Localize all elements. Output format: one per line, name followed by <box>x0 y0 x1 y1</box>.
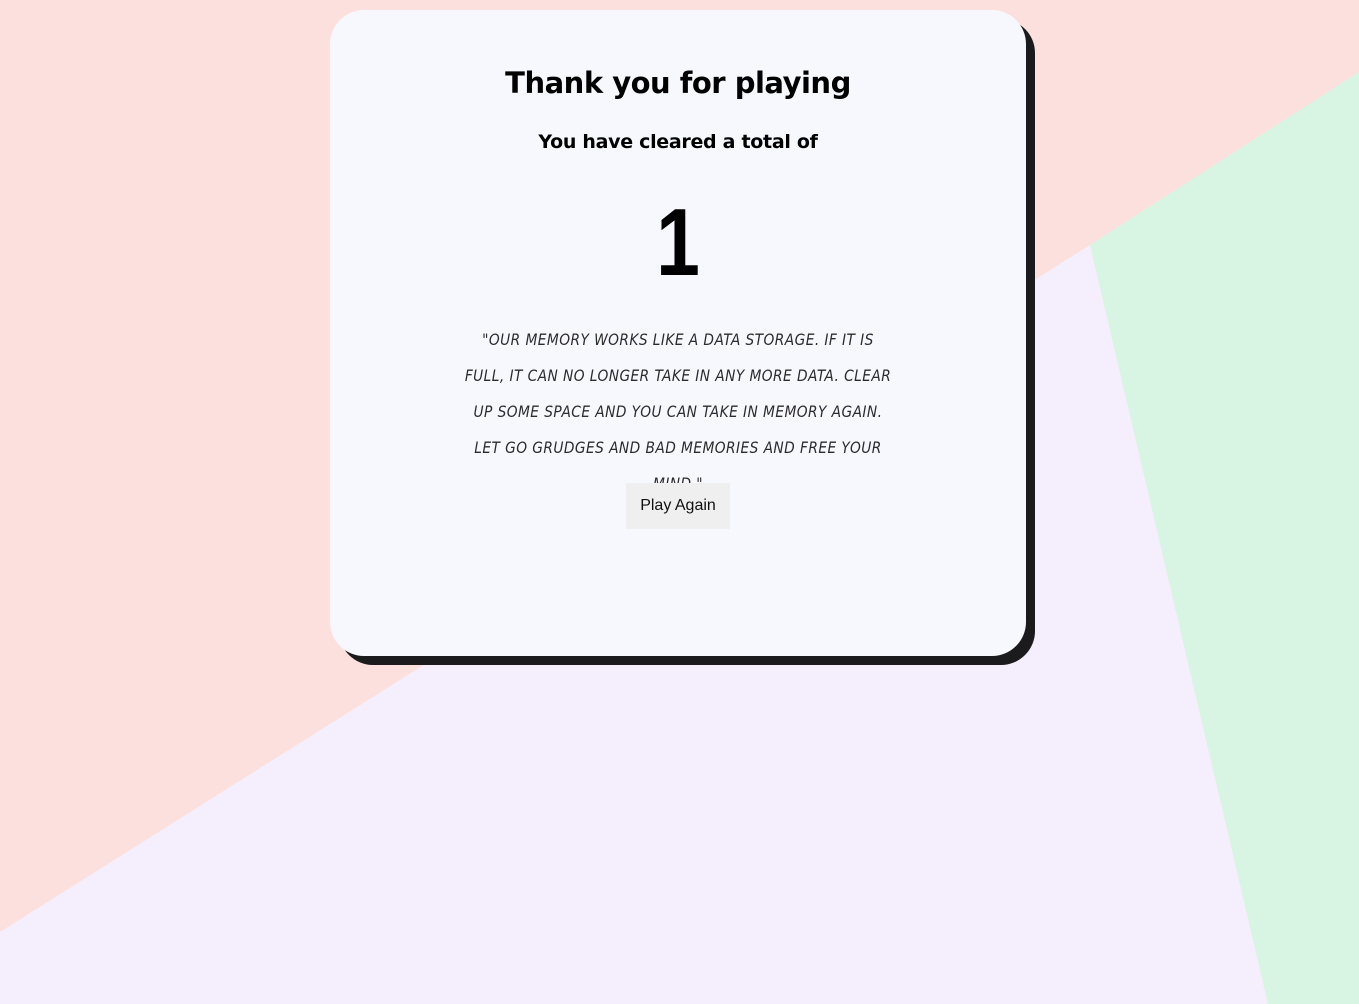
game-over-card: Thank you for playing You have cleared a… <box>330 10 1026 656</box>
page-title: Thank you for playing <box>505 66 851 100</box>
play-again-button[interactable]: Play Again <box>626 483 730 529</box>
memory-quote: "Our memory works like a data storage. I… <box>464 330 892 493</box>
cleared-count: 1 <box>656 189 700 296</box>
cleared-total-label: You have cleared a total of <box>538 131 818 153</box>
